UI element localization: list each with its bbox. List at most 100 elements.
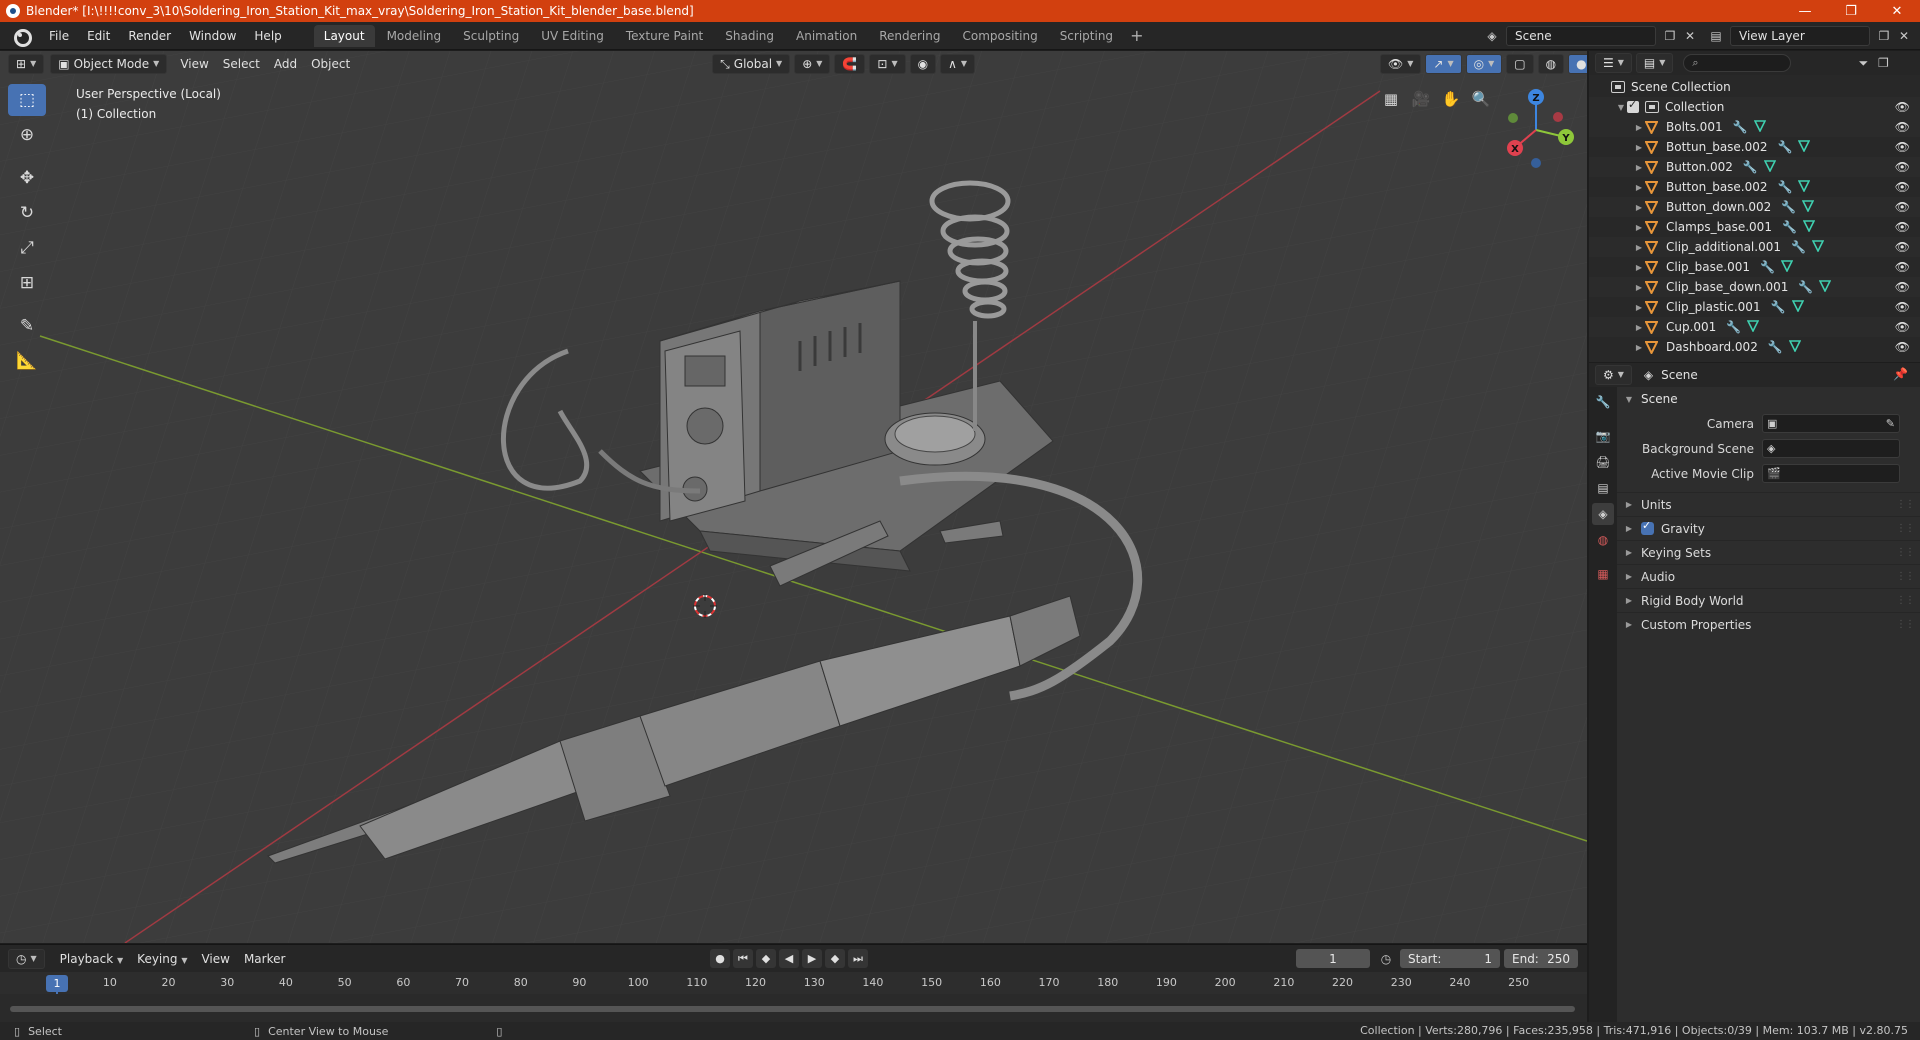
modifier-wrench-icon[interactable]: 🔧 (1771, 300, 1786, 315)
transform-orientation-dropdown[interactable]: ⤡ Global ▼ (712, 54, 791, 74)
next-keyframe-button[interactable]: ◆ (825, 949, 845, 968)
pivot-point-dropdown[interactable]: ⊕ ▼ (794, 54, 831, 74)
view-layer-browse-icon[interactable]: ▤ (1706, 26, 1726, 46)
pan-view-icon[interactable]: ✋ (1438, 86, 1464, 112)
outliner-collection[interactable]: ▼ Collection 👁 (1589, 97, 1920, 117)
gizmo-neg-x-axis[interactable] (1553, 112, 1563, 122)
background-scene-field[interactable]: ◈ (1762, 439, 1900, 458)
expand-triangle-icon[interactable]: ▶ (1633, 223, 1645, 232)
eyedropper-icon[interactable]: ✎ (1886, 417, 1895, 430)
mesh-data-icon[interactable] (1811, 239, 1825, 255)
drag-handle-icon[interactable]: ⋮⋮ (1896, 499, 1915, 510)
eye-icon[interactable]: 👁 (1895, 260, 1910, 274)
filter-icon[interactable]: ⏷ (1853, 53, 1873, 73)
outliner-object-row[interactable]: ▶ Bolts.001 🔧 👁 (1589, 117, 1920, 137)
navigation-gizmo[interactable]: Z Y X (1500, 85, 1580, 175)
tab-modeling[interactable]: Modeling (377, 25, 452, 47)
prev-keyframe-button[interactable]: ◆ (756, 949, 776, 968)
end-frame-field[interactable]: End: 250 (1504, 949, 1578, 968)
solid-shading-button[interactable]: ● (1568, 54, 1587, 74)
eye-icon[interactable]: 👁 (1895, 340, 1910, 354)
audio-panel[interactable]: ▶ Audio ⋮⋮ (1617, 564, 1920, 588)
timeline-menu-playback[interactable]: Playback ▼ (53, 949, 131, 969)
scene-browse-icon[interactable]: ◈ (1482, 26, 1502, 46)
expand-triangle-icon[interactable]: ▶ (1633, 183, 1645, 192)
modifier-wrench-icon[interactable]: 🔧 (1733, 120, 1748, 135)
transform-tool[interactable]: ⊞ (8, 267, 46, 299)
expand-triangle-icon[interactable]: ▶ (1633, 163, 1645, 172)
timeline-track[interactable] (0, 994, 1587, 1022)
outliner-object-row[interactable]: ▶ Clamps_base.001 🔧 👁 (1589, 217, 1920, 237)
jump-start-button[interactable]: ⏮ (733, 949, 753, 968)
move-tool[interactable]: ✥ (8, 162, 46, 194)
preview-range-icon[interactable]: ◷ (1376, 949, 1396, 969)
tab-shading[interactable]: Shading (715, 25, 784, 47)
camera-view-icon[interactable]: 🎥 (1408, 86, 1434, 112)
outliner-object-row[interactable]: ▶ Bottun_base.002 🔧 👁 (1589, 137, 1920, 157)
expand-triangle-icon[interactable]: ▶ (1633, 143, 1645, 152)
tab-animation[interactable]: Animation (786, 25, 867, 47)
menu-help[interactable]: Help (245, 25, 290, 47)
eye-icon[interactable]: 👁 (1895, 120, 1910, 134)
mesh-data-icon[interactable] (1791, 299, 1804, 315)
measure-tool[interactable]: 📐 (8, 345, 46, 377)
mesh-data-icon[interactable] (1780, 259, 1794, 275)
eye-icon[interactable]: 👁 (1895, 240, 1910, 254)
blender-logo-icon[interactable] (8, 26, 34, 47)
delete-scene-icon[interactable]: ✕ (1680, 26, 1700, 46)
cursor-tool[interactable]: ⊕ (8, 119, 46, 151)
modifier-wrench-icon[interactable]: 🔧 (1781, 200, 1796, 215)
expand-triangle-icon[interactable]: ▶ (1633, 203, 1645, 212)
viewport-menu-view[interactable]: View (173, 54, 215, 74)
scene-properties-tab[interactable]: ◈ (1592, 503, 1614, 525)
expand-triangle-icon[interactable]: ▶ (1633, 323, 1645, 332)
eye-icon[interactable]: 👁 (1895, 100, 1910, 114)
modifier-wrench-icon[interactable]: 🔧 (1743, 160, 1758, 175)
timeline-menu-keying[interactable]: Keying ▼ (130, 949, 194, 969)
proportional-edit-toggle[interactable]: ◉ (909, 54, 937, 74)
eye-icon[interactable]: 👁 (1895, 320, 1910, 334)
camera-field[interactable]: ▣ ✎ (1762, 414, 1900, 433)
scene-name-field[interactable]: Scene (1506, 26, 1656, 46)
outliner-object-row[interactable]: ▶ Clip_base.001 🔧 👁 (1589, 257, 1920, 277)
jump-end-button[interactable]: ⏭ (848, 949, 868, 968)
rotate-tool[interactable]: ↻ (8, 197, 46, 229)
keying-sets-panel[interactable]: ▶ Keying Sets ⋮⋮ (1617, 540, 1920, 564)
modifier-wrench-icon[interactable]: 🔧 (1778, 180, 1793, 195)
outliner-object-row[interactable]: ▶ Dashboard.002 🔧 👁 (1589, 337, 1920, 357)
expand-triangle-icon[interactable]: ▶ (1633, 263, 1645, 272)
scale-tool[interactable]: ⤢ (8, 232, 46, 264)
tab-uv-editing[interactable]: UV Editing (531, 25, 614, 47)
mesh-data-icon[interactable] (1746, 319, 1760, 335)
zoom-view-icon[interactable]: 🔍 (1468, 86, 1494, 112)
drag-handle-icon[interactable]: ⋮⋮ (1896, 523, 1915, 534)
proportional-falloff-dropdown[interactable]: ∧ ▼ (940, 54, 976, 74)
rigid-body-world-panel[interactable]: ▶ Rigid Body World ⋮⋮ (1617, 588, 1920, 612)
object-mode-dropdown[interactable]: ▣ Object Mode ▼ (50, 54, 168, 74)
viewport-menu-add[interactable]: Add (267, 54, 304, 74)
active-movie-clip-field[interactable]: 🎬 (1762, 464, 1900, 483)
tool-properties-tab[interactable]: 🔧 (1592, 391, 1614, 413)
tab-scripting[interactable]: Scripting (1050, 25, 1123, 47)
perspective-toggle-icon[interactable]: ▦ (1378, 86, 1404, 112)
editor-type-button[interactable]: ⊞ ▼ (8, 54, 45, 74)
gizmo-toggle[interactable]: ↗ ▼ (1425, 54, 1462, 74)
mesh-data-icon[interactable] (1763, 159, 1777, 175)
render-properties-tab[interactable]: 📷 (1592, 425, 1614, 447)
mesh-data-icon[interactable] (1801, 199, 1815, 215)
start-frame-field[interactable]: Start: 1 (1400, 949, 1500, 968)
outliner-search-input[interactable]: ⌕ (1683, 54, 1792, 72)
playhead-frame-indicator[interactable]: 1 (46, 975, 68, 992)
mesh-data-icon[interactable] (1753, 119, 1766, 135)
eye-icon[interactable]: 👁 (1895, 180, 1910, 194)
add-workspace-icon[interactable]: + (1124, 26, 1149, 45)
drag-handle-icon[interactable]: ⋮⋮ (1896, 595, 1915, 606)
outliner-object-row[interactable]: ▶ Cup.001 🔧 👁 (1589, 317, 1920, 337)
view-layer-properties-tab[interactable]: ▤ (1592, 477, 1614, 499)
timeline-editor-type-button[interactable]: ◷ ▼ (8, 948, 45, 969)
expand-triangle-icon[interactable]: ▶ (1633, 243, 1645, 252)
modifier-wrench-icon[interactable]: 🔧 (1782, 220, 1797, 235)
current-frame-field[interactable]: 1 (1296, 949, 1370, 968)
record-button[interactable]: ● (710, 949, 730, 968)
menu-file[interactable]: File (40, 25, 78, 47)
